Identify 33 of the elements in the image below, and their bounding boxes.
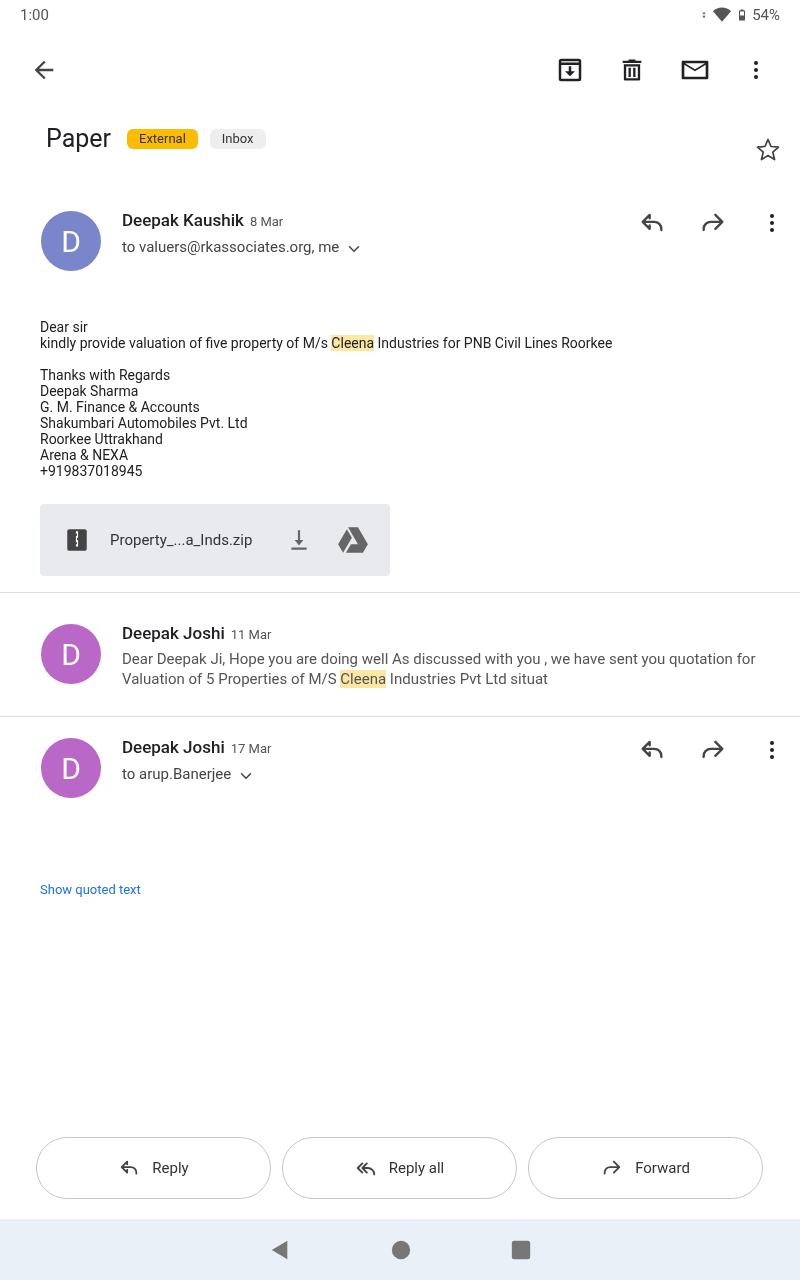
attachment-name: Property_...a_Inds.zip <box>110 529 253 551</box>
subject-title: Paper <box>46 124 111 154</box>
label-chip: External <box>127 129 198 149</box>
body-line: Arena & NEXA <box>40 447 130 463</box>
wifi-icon <box>712 6 733 24</box>
body-line: Thanks with Regards <box>40 367 172 383</box>
zip-file-icon <box>64 527 90 553</box>
body-line: G. M. Finance & Accounts <box>40 399 201 415</box>
body-line: kindly provide valuation of five property of M/s Cleena Industries for PNB Civil Lines Roorkee <box>40 335 614 351</box>
status-time: 1:00 <box>20 4 49 26</box>
show-quoted-link[interactable]: Show quoted text <box>40 880 141 900</box>
body-line: Dear sir <box>40 319 89 335</box>
message-date: 8 Mar <box>249 213 284 231</box>
body-line: Deepak Sharma <box>40 383 140 399</box>
sender-name: Deepak Joshi <box>122 622 225 645</box>
sender-avatar: D <box>41 738 101 798</box>
battery-level: 54% <box>752 4 780 26</box>
sender-name: Deepak Joshi <box>122 736 225 759</box>
sender-avatar: D <box>41 624 101 684</box>
recipients: to arup.Banerjee <box>122 763 232 785</box>
body-line: +919837018945 <box>40 463 144 479</box>
message-snippet: Dear Deepak Ji, Hope you are doing well As discussed with you , we have sent you quotation for Valuation of 5 Properties of M/S Cleena Industries Pvt Ltd situat <box>122 648 757 689</box>
body-line: Shakumbari Automobiles Pvt. Ltd <box>40 415 249 431</box>
nav-home-icon[interactable] <box>391 1239 411 1260</box>
sender-name: Deepak Kaushik <box>122 209 244 232</box>
recipients: to valuers@rkassociates.org, me <box>122 236 340 258</box>
body-line: Roorkee Uttrakhand <box>40 431 164 447</box>
message-date: 11 Mar <box>230 626 272 644</box>
attachment-card[interactable]: Property_...a_Inds.zip <box>40 504 390 576</box>
message-date: 17 Mar <box>230 740 272 758</box>
nav-recents-icon[interactable] <box>511 1239 531 1260</box>
sender-avatar: D <box>41 211 101 271</box>
label-chip: Inbox <box>209 129 266 149</box>
